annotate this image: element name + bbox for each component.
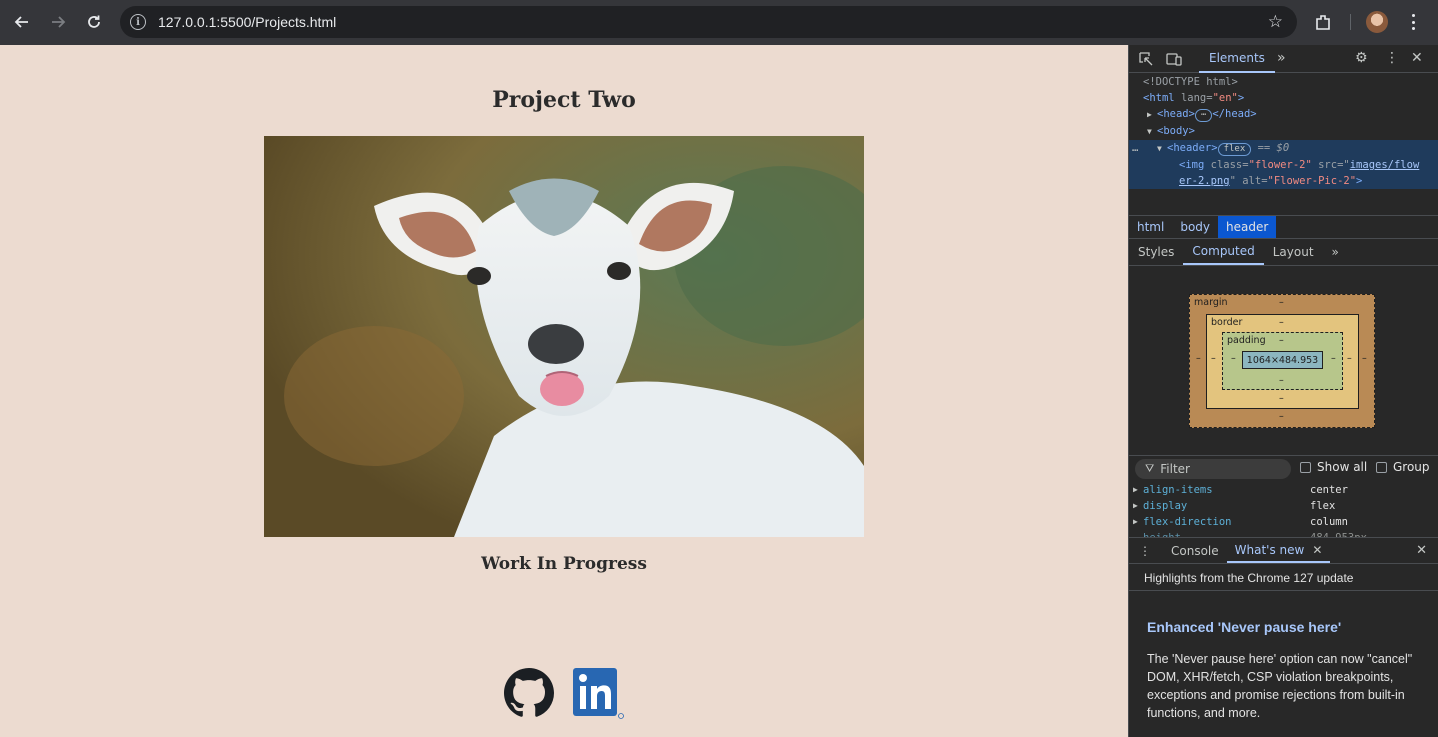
drawer-menu-icon[interactable]: ⋮ <box>1129 538 1163 563</box>
tab-styles[interactable]: Styles <box>1129 239 1183 265</box>
profile-avatar[interactable] <box>1366 11 1388 33</box>
tab-whats-new[interactable]: What's new ✕ <box>1226 538 1331 563</box>
reload-button[interactable] <box>83 11 105 33</box>
reload-icon <box>88 15 100 28</box>
dom-node-html[interactable]: <html lang="en"> <box>1129 90 1438 106</box>
settings-gear-icon[interactable]: ⚙ <box>1355 50 1368 66</box>
url-text: 127.0.0.1:5500/Projects.html <box>158 14 337 30</box>
flex-badge[interactable]: flex <box>1217 143 1252 156</box>
address-bar[interactable]: i 127.0.0.1:5500/Projects.html ☆ <box>120 6 1297 38</box>
tab-layout[interactable]: Layout <box>1264 239 1323 265</box>
crumb-body[interactable]: body <box>1172 216 1218 238</box>
page-viewport: Project Two Work In Progress <box>0 45 1128 737</box>
filter-funnel-icon: ⛛ <box>1145 462 1155 475</box>
inspect-element-icon[interactable] <box>1138 51 1154 67</box>
devtools-toolbar: Elements » ⚙ ⋮ ✕ <box>1129 45 1438 73</box>
crumb-html[interactable]: html <box>1129 216 1172 238</box>
linkedin-icon[interactable] <box>573 668 625 720</box>
device-toolbar-icon[interactable] <box>1166 51 1182 67</box>
back-button[interactable] <box>11 11 33 33</box>
box-model: margin – – – – border – – – – padding – … <box>1129 266 1438 456</box>
dom-node-img-cont: er-2.png" alt="Flower-Pic-2"> <box>1129 173 1438 189</box>
dom-node-head[interactable]: ▶ <head> ⋯ </head> <box>1129 106 1438 123</box>
tab-computed[interactable]: Computed <box>1183 239 1264 265</box>
box-content[interactable]: 1064×484.953 <box>1242 351 1323 369</box>
extensions-icon[interactable] <box>1313 12 1333 32</box>
computed-prop-row[interactable]: ▶ align-items center <box>1129 482 1438 498</box>
crumb-header[interactable]: header <box>1218 216 1277 238</box>
dom-node-doctype[interactable]: <!DOCTYPE html> <box>1129 74 1438 90</box>
goat-photo <box>264 136 864 537</box>
work-in-progress-text: Work In Progress <box>481 554 647 574</box>
browser-toolbar: i 127.0.0.1:5500/Projects.html ☆ <box>0 0 1438 45</box>
styles-subtabs: Styles Computed Layout » <box>1129 239 1438 266</box>
close-devtools-icon[interactable]: ✕ <box>1411 50 1423 66</box>
bookmark-star-icon[interactable]: ☆ <box>1268 12 1283 32</box>
filter-row: ⛛ Filter Show all Group <box>1129 456 1438 482</box>
whats-new-header: Highlights from the Chrome 127 update <box>1129 565 1438 591</box>
feature-description: The 'Never pause here' option can now "c… <box>1147 652 1413 720</box>
group-label: Group <box>1393 460 1430 474</box>
tab-elements[interactable]: Elements <box>1199 45 1275 73</box>
filter-input[interactable]: ⛛ Filter <box>1135 459 1291 479</box>
project-image <box>264 136 864 537</box>
forward-button[interactable] <box>47 11 69 33</box>
github-icon[interactable] <box>504 668 554 718</box>
devtools-panel: Elements » ⚙ ⋮ ✕ <!DOCTYPE html> <html l… <box>1128 45 1438 737</box>
close-tab-icon[interactable]: ✕ <box>1312 543 1322 557</box>
dom-node-body[interactable]: ▼ <body> <box>1129 123 1438 140</box>
computed-prop-row[interactable]: ▶ flex-direction column <box>1129 514 1438 530</box>
arrow-left-icon <box>14 16 28 28</box>
dom-node-img[interactable]: <img class="flower-2" src="images/flow <box>1129 157 1438 173</box>
close-drawer-icon[interactable]: ✕ <box>1416 543 1427 558</box>
devtools-menu-icon[interactable]: ⋮ <box>1385 50 1399 66</box>
show-all-label: Show all <box>1317 460 1368 474</box>
drawer-toolbar: ⋮ Console What's new ✕ ✕ <box>1129 537 1438 564</box>
show-all-checkbox[interactable] <box>1300 462 1311 473</box>
browser-menu-icon[interactable] <box>1406 12 1420 32</box>
project-title: Project Two <box>492 87 636 113</box>
tab-console[interactable]: Console <box>1163 538 1227 563</box>
toolbar-divider <box>1350 14 1351 30</box>
dom-node-header[interactable]: … ▼ <header> flex == $0 <box>1129 140 1438 157</box>
arrow-right-icon <box>52 16 66 28</box>
more-subtabs-icon[interactable]: » <box>1323 239 1348 265</box>
site-info-icon[interactable]: i <box>130 14 146 30</box>
computed-prop-row[interactable]: ▶ display flex <box>1129 498 1438 514</box>
dom-tree: <!DOCTYPE html> <html lang="en"> ▶ <head>… <box>1129 73 1438 215</box>
group-checkbox[interactable] <box>1376 462 1387 473</box>
breadcrumb: html body header <box>1129 215 1438 239</box>
more-tabs-icon[interactable]: » <box>1277 50 1286 66</box>
feature-title[interactable]: Enhanced 'Never pause here' <box>1147 619 1341 635</box>
